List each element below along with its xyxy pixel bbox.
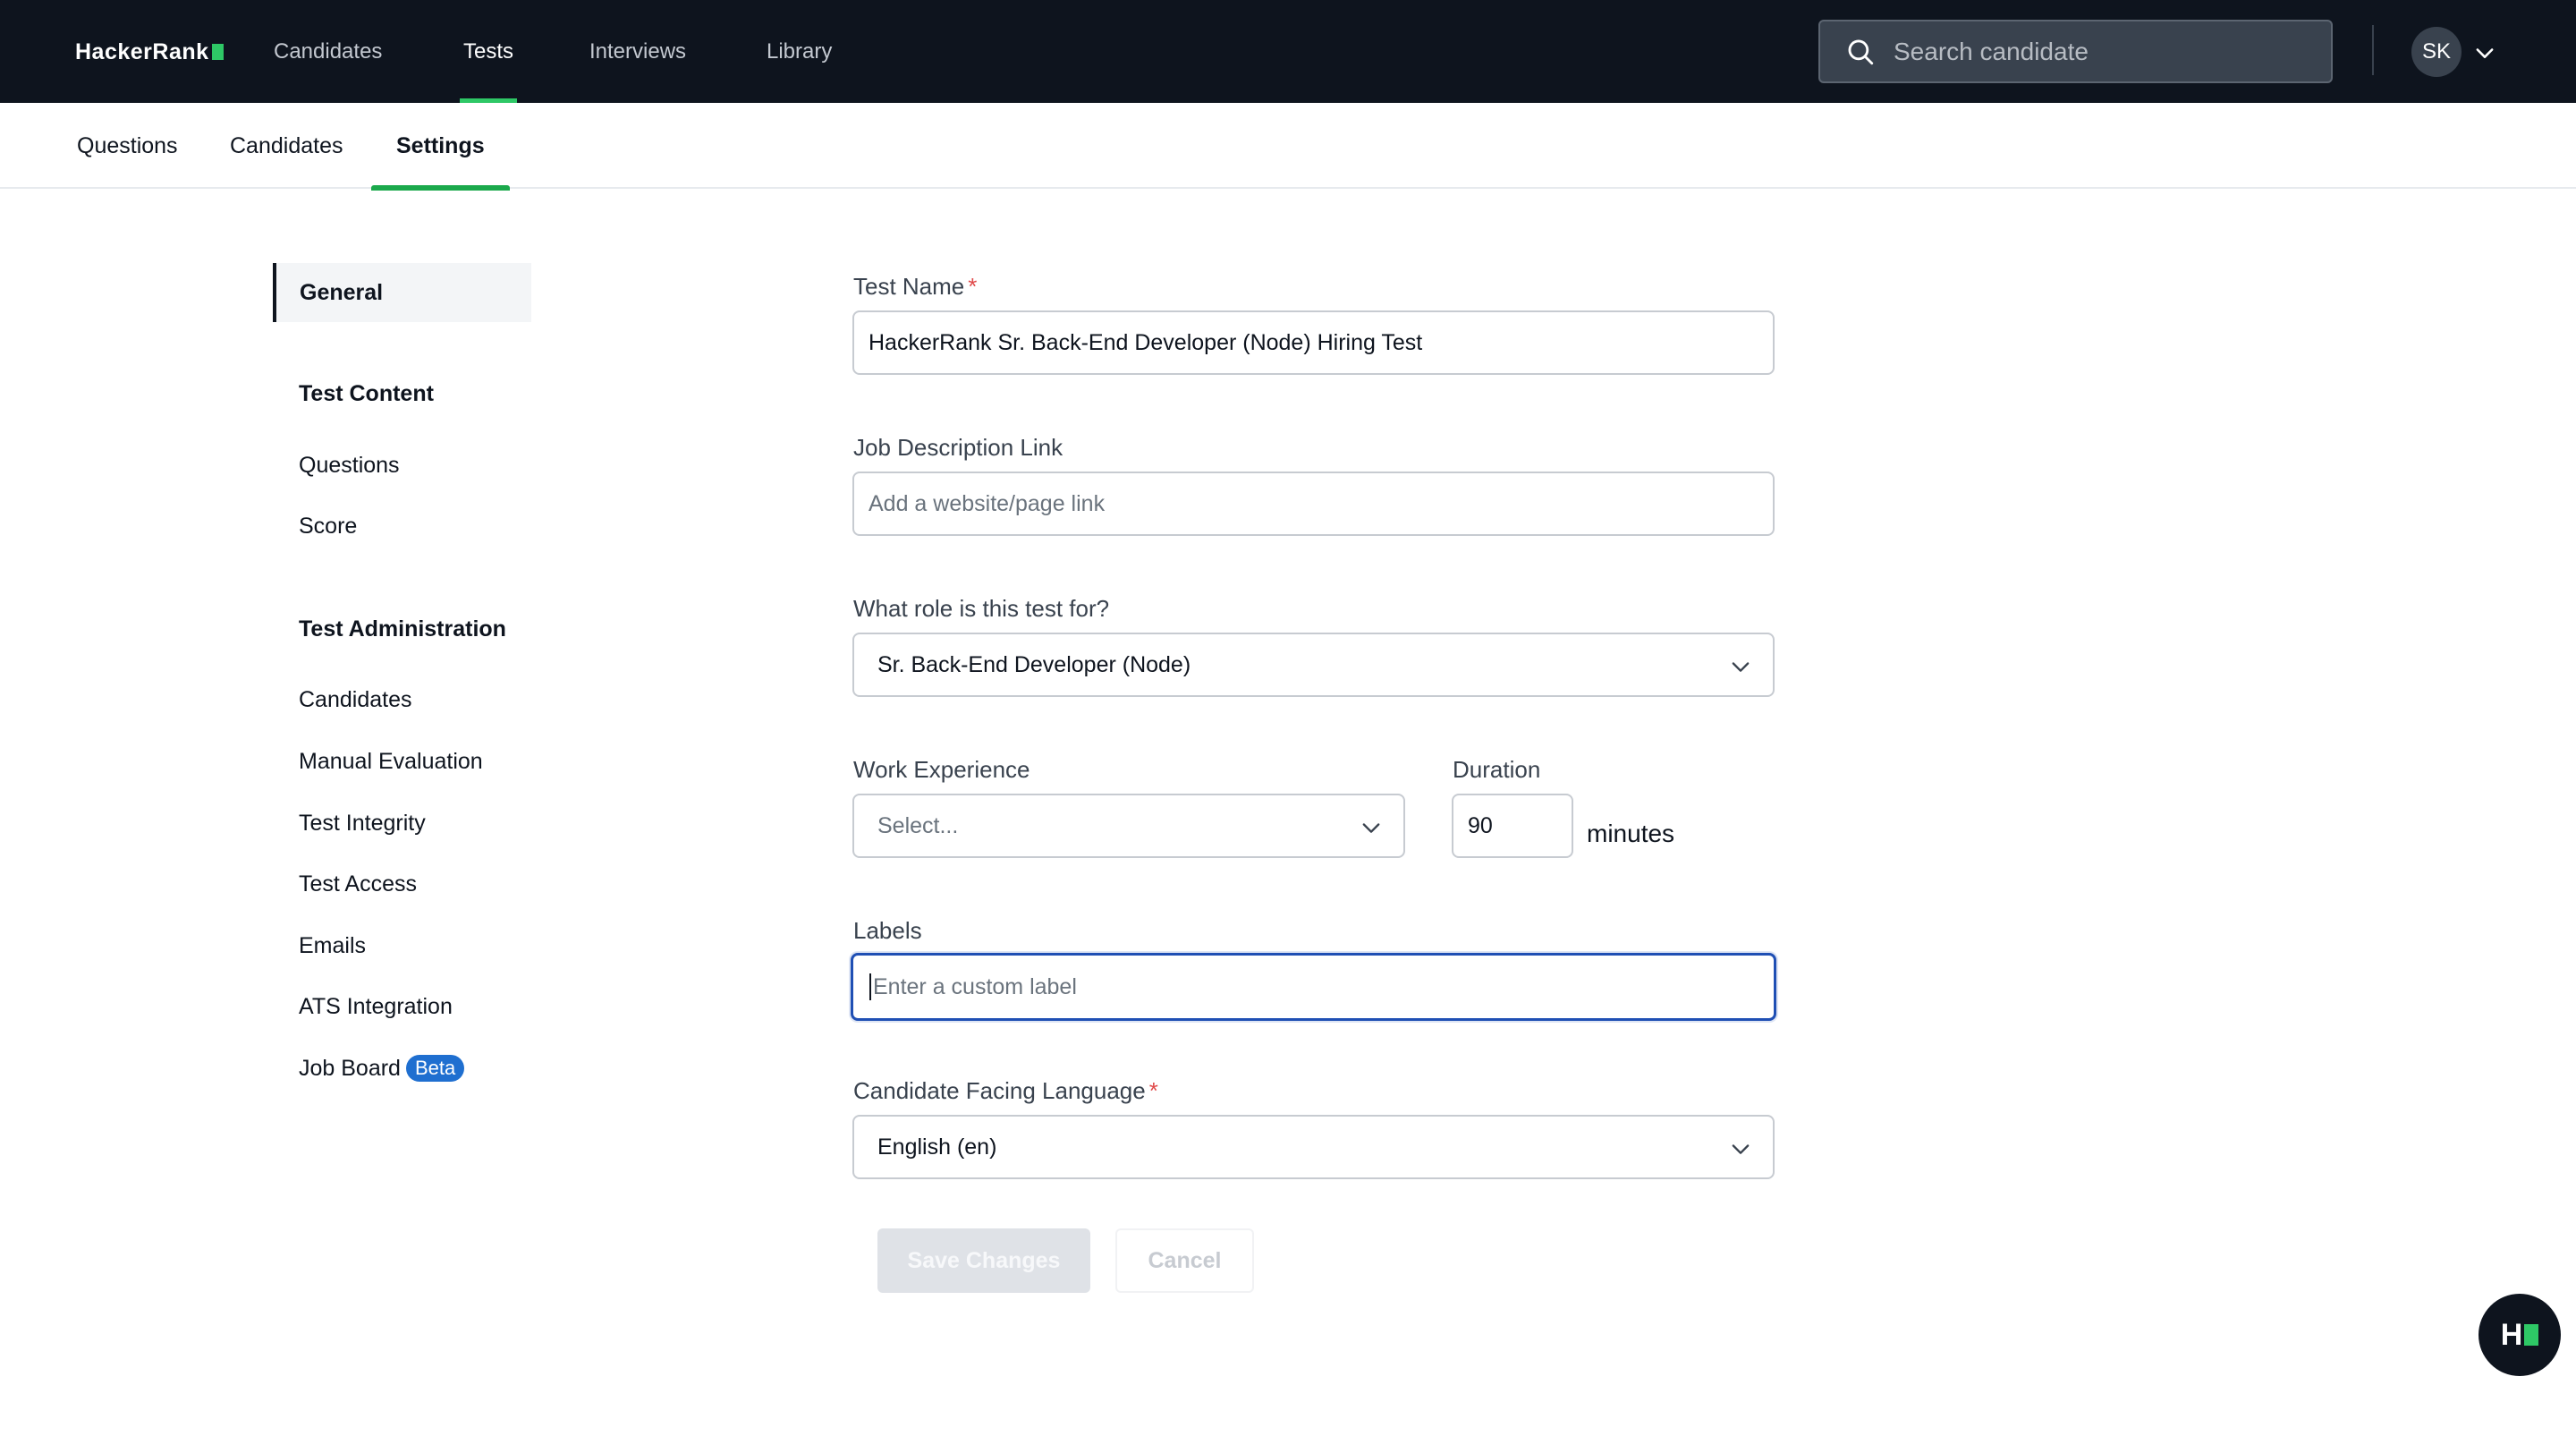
chevron-down-icon [1732, 1144, 1750, 1154]
settings-nav-job-board-label: Job Board [299, 1056, 401, 1081]
labels-input[interactable]: Enter a custom label [851, 953, 1776, 1021]
test-name-label: Test Name * [853, 273, 977, 301]
settings-nav-general-label: General [300, 280, 384, 305]
chevron-down-icon [1732, 662, 1750, 672]
job-description-placeholder: Add a website/page link [869, 490, 1106, 516]
logo-mark-icon [211, 44, 224, 60]
nav-library[interactable]: Library [767, 0, 832, 103]
logo-text: HackerRank [75, 38, 209, 64]
settings-nav-general[interactable]: General [273, 263, 531, 322]
help-chat-icon: H [2500, 1317, 2523, 1352]
role-label: What role is this test for? [853, 595, 1110, 622]
settings-nav-heading-test-content: Test Content [299, 381, 434, 406]
required-mark: * [1148, 1077, 1158, 1104]
labels-placeholder: Enter a custom label [873, 973, 1077, 999]
work-experience-select[interactable]: Select... [852, 794, 1405, 858]
language-selected-value: English (en) [877, 1134, 997, 1160]
save-changes-button[interactable]: Save Changes [877, 1228, 1090, 1293]
settings-nav-manual-evaluation[interactable]: Manual Evaluation [299, 749, 483, 775]
settings-nav-job-board[interactable]: Job Board Beta [299, 1055, 465, 1082]
settings-nav-candidates[interactable]: Candidates [299, 687, 411, 713]
required-mark: * [968, 273, 978, 300]
language-label: Candidate Facing Language * [853, 1077, 1158, 1105]
duration-label: Duration [1453, 756, 1541, 783]
hackerrank-logo[interactable]: HackerRank [75, 36, 224, 68]
chevron-down-icon [1362, 823, 1380, 833]
settings-nav-heading-test-administration: Test Administration [299, 616, 506, 642]
role-selected-value: Sr. Back-End Developer (Node) [877, 651, 1191, 677]
chevron-down-icon[interactable] [2472, 40, 2497, 65]
job-description-label: Job Description Link [853, 434, 1063, 461]
nav-candidates[interactable]: Candidates [274, 0, 382, 103]
settings-nav-score[interactable]: Score [299, 514, 357, 540]
test-name-field[interactable]: HackerRank Sr. Back-End Developer (Node)… [852, 310, 1775, 375]
settings-nav-test-access[interactable]: Test Access [299, 871, 417, 897]
search-icon [1848, 39, 1874, 64]
logo-mark-icon [2524, 1324, 2539, 1346]
settings-nav-test-integrity[interactable]: Test Integrity [299, 811, 426, 837]
text-cursor [869, 973, 871, 1000]
work-experience-placeholder: Select... [877, 812, 959, 838]
duration-input[interactable]: 90 [1452, 794, 1573, 858]
settings-nav-questions[interactable]: Questions [299, 453, 400, 479]
language-label-text: Candidate Facing Language [853, 1077, 1146, 1104]
test-name-label-text: Test Name [853, 273, 965, 300]
duration-value: 90 [1468, 812, 1493, 838]
language-select[interactable]: English (en) [852, 1115, 1775, 1179]
role-select[interactable]: Sr. Back-End Developer (Node) [852, 633, 1775, 697]
settings-nav-emails[interactable]: Emails [299, 933, 366, 959]
user-avatar[interactable]: SK [2411, 27, 2462, 77]
search-placeholder: Search candidate [1894, 37, 2089, 65]
help-chat-button[interactable]: H [2479, 1294, 2561, 1376]
labels-label: Labels [853, 917, 922, 944]
search-candidate-input[interactable]: Search candidate [1818, 20, 2333, 83]
work-experience-label: Work Experience [853, 756, 1030, 783]
nav-interviews[interactable]: Interviews [589, 0, 686, 103]
cancel-button[interactable]: Cancel [1115, 1228, 1254, 1293]
tab-candidates[interactable]: Candidates [230, 103, 343, 189]
test-subtabs: Questions Candidates Settings [0, 103, 2576, 191]
settings-nav-ats-integration[interactable]: ATS Integration [299, 994, 453, 1020]
duration-unit: minutes [1587, 820, 1675, 847]
job-description-link-field[interactable]: Add a website/page link [852, 472, 1775, 536]
nav-tests[interactable]: Tests [459, 0, 518, 103]
beta-badge: Beta [405, 1055, 465, 1082]
nav-divider [2372, 25, 2374, 75]
tab-settings[interactable]: Settings [371, 103, 510, 191]
top-navbar: HackerRank Candidates Tests Interviews L… [0, 0, 2576, 103]
test-name-value: HackerRank Sr. Back-End Developer (Node)… [869, 329, 1423, 355]
tab-questions[interactable]: Questions [77, 103, 178, 189]
